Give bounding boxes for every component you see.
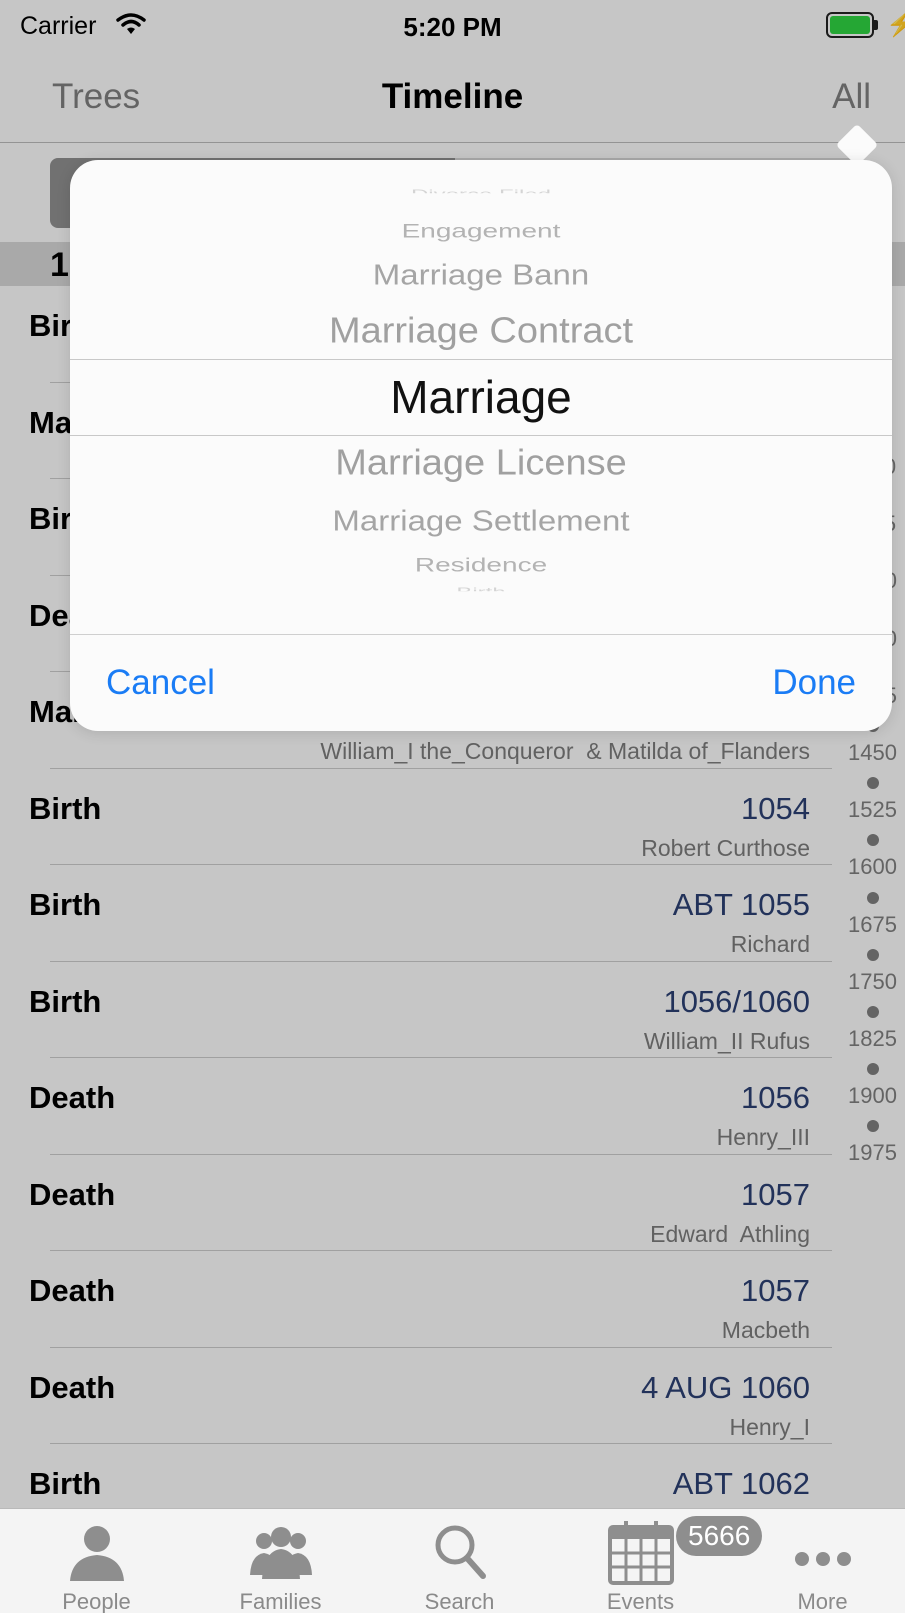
tab-families-label: Families — [239, 1589, 322, 1613]
year-index-label[interactable]: 1675 — [840, 912, 905, 938]
section-header-label: 1 — [50, 246, 69, 284]
event-type-picker[interactable]: Divorce Filed Engagement Marriage Bann Marr… — [70, 160, 892, 634]
year-index-label[interactable]: 1750 — [840, 969, 905, 995]
picker-option[interactable]: Residence — [70, 553, 892, 575]
tab-bar: People Families Search Events More — [0, 1508, 905, 1613]
year-index-label[interactable]: 1825 — [840, 1026, 905, 1052]
event-person: Edward Athling — [650, 1220, 810, 1247]
year-index-dot — [867, 948, 879, 961]
year-index-label[interactable]: 1600 — [840, 854, 905, 880]
picker-selection-line-top — [70, 359, 892, 360]
status-bar: Carrier 5:20 PM ⚡ — [0, 0, 905, 55]
tab-search[interactable]: Search — [369, 1509, 550, 1613]
picker-option[interactable]: Birth — [70, 585, 892, 590]
picker-selection-line-bottom — [70, 435, 892, 436]
app-screen: Carrier 5:20 PM ⚡ Trees Timeline All 1 B… — [0, 0, 905, 1613]
list-item[interactable]: Death 1056 Henry_III — [0, 1058, 832, 1155]
event-type: Birth — [29, 1466, 102, 1501]
filter-all-button[interactable]: All — [832, 77, 871, 117]
event-person: Henry_I — [729, 1413, 810, 1440]
event-person: Macbeth — [721, 1317, 810, 1343]
picker-option[interactable]: Divorce Filed — [70, 187, 892, 192]
year-index-dot — [867, 1063, 879, 1076]
popover-footer: Cancel Done — [70, 634, 892, 731]
year-index-label[interactable]: 1525 — [840, 797, 905, 823]
event-person: William_I the_Conqueror & Matilda of_Fla… — [320, 738, 810, 764]
list-item[interactable]: Birth 1056/1060 William_II Rufus — [0, 962, 832, 1058]
list-item[interactable]: Death 1057 Macbeth — [0, 1251, 832, 1348]
tab-people[interactable]: People — [6, 1509, 187, 1613]
list-item[interactable]: Death 1057 Edward Athling — [0, 1155, 832, 1251]
event-person: Richard — [730, 931, 810, 957]
picker-option[interactable]: Marriage Settlement — [70, 505, 892, 538]
year-index-dot — [867, 891, 879, 904]
cancel-button[interactable]: Cancel — [106, 663, 215, 703]
picker-option[interactable]: Engagement — [70, 219, 892, 241]
charging-icon: ⚡ — [886, 11, 905, 38]
calendar-icon — [608, 1521, 674, 1585]
list-item[interactable]: Death 4 AUG 1060 Henry_I — [0, 1348, 832, 1444]
event-date: ABT 1055 — [672, 887, 810, 922]
event-date: 1054 — [741, 790, 810, 826]
event-type: Birth — [29, 983, 102, 1019]
events-count-badge: 5666 — [676, 1516, 763, 1556]
event-type: Death — [29, 1369, 116, 1405]
tab-search-label: Search — [424, 1589, 495, 1613]
event-type: Death — [29, 1080, 116, 1115]
status-time: 5:20 PM — [403, 12, 502, 42]
event-date: 4 AUG 1060 — [641, 1369, 810, 1405]
picker-option[interactable]: Marriage Bann — [70, 259, 892, 292]
search-icon — [435, 1525, 486, 1579]
event-date: 1056 — [741, 1080, 810, 1115]
picker-option[interactable]: Marriage Contract — [70, 311, 892, 352]
event-date: 1056/1060 — [663, 983, 810, 1019]
tab-people-label: People — [62, 1589, 131, 1613]
event-type: Birth — [29, 887, 102, 922]
more-icon — [795, 1552, 851, 1566]
picker-option[interactable]: Marriage License — [70, 443, 892, 484]
tab-events-label: Events — [606, 1589, 675, 1613]
event-date: ABT 1062 — [672, 1466, 810, 1501]
navigation-bar: Trees Timeline All — [0, 55, 905, 143]
year-index-dot — [867, 1006, 879, 1018]
year-index-label[interactable]: 1450 — [840, 740, 905, 766]
year-index-label[interactable]: 1900 — [840, 1083, 905, 1109]
year-index-label[interactable]: 1975 — [840, 1140, 905, 1166]
page-title: Timeline — [381, 77, 524, 116]
event-type: Birth — [29, 790, 102, 826]
battery-icon — [826, 12, 880, 39]
family-icon — [250, 1527, 312, 1579]
tab-more-label: More — [797, 1589, 848, 1613]
event-date: 1057 — [741, 1176, 810, 1212]
event-date: 1057 — [741, 1273, 810, 1308]
event-type: Death — [29, 1176, 116, 1212]
event-person: William_II Rufus — [643, 1027, 810, 1054]
event-person: Robert Curthose — [641, 834, 810, 861]
tab-families[interactable]: Families — [190, 1509, 371, 1613]
year-index-dot — [867, 777, 879, 790]
done-button[interactable]: Done — [772, 663, 856, 703]
year-index-dot — [867, 1120, 879, 1133]
event-type: Death — [29, 1273, 116, 1308]
list-item[interactable]: Birth 1054 Robert Curthose — [0, 769, 832, 865]
event-type-picker-popover: Divorce Filed Engagement Marriage Bann Marr… — [70, 160, 892, 731]
year-index-dot — [867, 834, 879, 847]
person-icon — [70, 1526, 124, 1581]
event-person: Henry_III — [716, 1124, 810, 1150]
list-item[interactable]: Birth ABT 1055 Richard — [0, 865, 832, 962]
picker-option[interactable]: Marriage — [70, 370, 892, 424]
